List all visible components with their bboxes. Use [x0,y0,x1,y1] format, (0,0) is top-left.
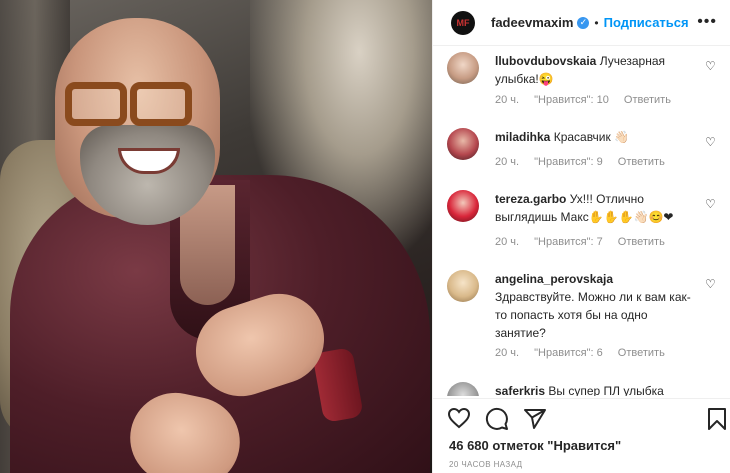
commenter-avatar[interactable] [447,382,479,396]
comment-text: Здравствуйте. Можно ли к вам как-то попа… [495,290,691,340]
comment-text: Красавчик 👋🏻 [553,130,630,144]
post-side-panel: MF fadeevmaxim ✓ • Подписаться ••• llubo… [432,0,730,473]
comments-list[interactable]: llubovdubovskaia Лучезарная улыбка!😜 ♡ 2… [433,46,730,396]
comment-meta: 20 ч. "Нравится": 6 Ответить [495,347,677,359]
commenter-username[interactable]: tereza.garbo [495,192,566,206]
likes-count[interactable]: 46 680 отметок "Нравится" [449,438,621,453]
share-icon[interactable] [523,407,547,436]
comment-likes[interactable]: "Нравится": 9 [534,156,603,168]
comment-icon[interactable] [485,407,509,436]
commenter-avatar[interactable] [447,128,479,160]
comment-text-block: llubovdubovskaia Лучезарная улыбка!😜 [495,52,700,88]
comment-meta: 20 ч. "Нравится": 9 Ответить [495,156,677,168]
comment-meta: 20 ч. "Нравится": 10 Ответить [495,94,683,106]
commenter-avatar[interactable] [447,270,479,302]
reply-button[interactable]: Ответить [624,94,671,106]
comment-time: 20 ч. [495,347,520,359]
more-options-icon[interactable]: ••• [697,13,717,31]
comment-likes[interactable]: "Нравится": 10 [534,94,609,106]
comment-time: 20 ч. [495,94,520,106]
comment-text-block: tereza.garbo Ух!!! Отлично выглядишь Мак… [495,190,700,226]
heart-icon[interactable] [447,407,471,434]
reply-button[interactable]: Ответить [618,156,665,168]
reply-button[interactable]: Ответить [618,347,665,359]
comment-like-icon[interactable]: ♡ [705,198,717,210]
commenter-avatar[interactable] [447,190,479,222]
post-photo[interactable] [0,0,432,473]
comment-like-icon[interactable]: ♡ [705,278,717,290]
comment-like-icon[interactable]: ♡ [705,136,717,148]
reply-button[interactable]: Ответить [618,236,665,248]
commenter-username[interactable]: llubovdubovskaia [495,54,596,68]
comment-text-block: angelina_perovskaja Здравствуйте. Можно … [495,270,700,342]
commenter-username[interactable]: angelina_perovskaja [495,272,613,286]
comment-item: llubovdubovskaia Лучезарная улыбка!😜 ♡ 2… [447,52,717,112]
glasses-left-lens [65,82,127,126]
comment-meta: 20 ч. "Нравится": 7 Ответить [495,236,677,248]
follow-button[interactable]: Подписаться [604,15,689,30]
commenter-username[interactable]: miladihka [495,130,550,144]
post-actions-bar [433,398,730,438]
comment-likes[interactable]: "Нравится": 7 [534,236,603,248]
comment-time: 20 ч. [495,236,520,248]
comment-time: 20 ч. [495,156,520,168]
post-timestamp: 20 ЧАСОВ НАЗАД [449,460,523,469]
bookmark-icon[interactable] [707,407,727,436]
separator-dot: • [594,15,599,30]
post-header: MF fadeevmaxim ✓ • Подписаться ••• [433,0,730,46]
comment-likes[interactable]: "Нравится": 6 [534,347,603,359]
username-link[interactable]: fadeevmaxim [491,15,573,30]
comment-text-block: saferkris Вы супер ПЛ улыбка [495,382,700,396]
commenter-avatar[interactable] [447,52,479,84]
comment-item: angelina_perovskaja Здравствуйте. Можно … [447,270,717,370]
comment-text: Вы супер ПЛ улыбка [548,384,664,396]
comment-item: saferkris Вы супер ПЛ улыбка [447,382,717,396]
comment-text-block: miladihka Красавчик 👋🏻 [495,128,700,146]
glasses-right-lens [130,82,192,126]
commenter-username[interactable]: saferkris [495,384,545,396]
comment-item: miladihka Красавчик 👋🏻 ♡ 20 ч. "Нравится… [447,128,717,168]
comment-item: tereza.garbo Ух!!! Отлично выглядишь Мак… [447,190,717,252]
verified-badge-icon: ✓ [577,16,590,29]
comment-like-icon[interactable]: ♡ [705,60,717,72]
avatar-image: MF [451,10,475,35]
avatar[interactable]: MF [447,6,479,39]
